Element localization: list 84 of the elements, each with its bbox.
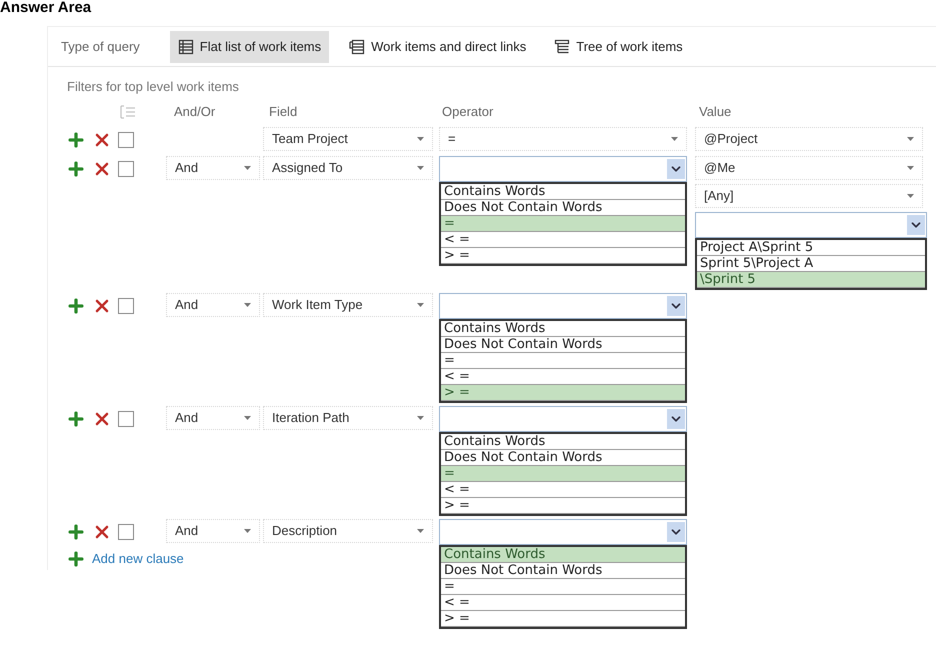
dropdown-option[interactable]: > =	[441, 498, 685, 514]
add-icon[interactable]	[66, 522, 86, 542]
dropdown-option[interactable]: < =	[441, 232, 685, 248]
value-select[interactable]: @Me	[695, 156, 923, 180]
add-icon[interactable]	[66, 158, 86, 178]
checkbox[interactable]	[118, 524, 134, 540]
query-type-tab[interactable]: Flat list of work items	[170, 30, 330, 62]
field-select[interactable]: Work Item Type	[263, 292, 433, 316]
heading: Answer Area	[0, 0, 92, 16]
filters-title: Filters for top level work items	[66, 78, 240, 96]
dropdown-option[interactable]: > =	[441, 384, 685, 400]
caret-down-icon	[907, 166, 914, 170]
query-type-tab[interactable]: Tree of work items	[546, 30, 691, 62]
operator-select[interactable]: =	[439, 126, 687, 150]
dropdown-option[interactable]: Does Not Contain Words	[441, 200, 685, 216]
query-type-tab[interactable]: Work items and direct links	[341, 30, 534, 62]
dropdown-option[interactable]: > =	[441, 248, 685, 264]
add-icon[interactable]	[66, 548, 86, 568]
caret-down-icon	[417, 528, 424, 532]
dropdown-option[interactable]: < =	[441, 368, 685, 384]
chevron-down-icon	[667, 408, 685, 428]
column-header: Field	[268, 102, 298, 121]
dropdown-option[interactable]: Contains Words	[441, 546, 685, 562]
dropdown-option[interactable]: Contains Words	[441, 184, 685, 200]
and-or-select[interactable]: And	[166, 518, 260, 542]
dropdown-option[interactable]: < =	[441, 482, 685, 498]
and-or-select[interactable]: And	[166, 406, 260, 430]
dropdown-option[interactable]: \Sprint 5	[697, 272, 925, 288]
value-select[interactable]: @Project	[695, 126, 923, 150]
dropdown-option[interactable]: Sprint 5\Project A	[697, 256, 925, 272]
chevron-down-icon	[667, 158, 685, 178]
add-icon[interactable]	[66, 130, 86, 150]
table-icon	[178, 38, 194, 54]
caret-down-icon	[417, 136, 424, 140]
table-icon	[349, 38, 366, 54]
caret-down-icon	[417, 416, 424, 420]
column-header: Value	[698, 102, 732, 121]
dropdown-option[interactable]: Project A\Sprint 5	[697, 240, 925, 256]
caret-down-icon	[244, 166, 251, 170]
field-select[interactable]: Iteration Path	[263, 406, 433, 430]
chevron-down-icon	[667, 522, 685, 542]
caret-down-icon	[417, 302, 424, 306]
add-icon[interactable]	[66, 408, 86, 428]
field-select[interactable]: Description	[263, 518, 433, 542]
and-or-select[interactable]: And	[166, 156, 260, 180]
dropdown-option[interactable]: < =	[441, 594, 685, 610]
column-header: Operator	[441, 102, 494, 121]
and-or-select[interactable]: And	[166, 292, 260, 316]
dropdown-option[interactable]: Contains Words	[441, 320, 685, 336]
dropdown-option[interactable]: Does Not Contain Words	[441, 450, 685, 466]
query-type-label: Type of query	[61, 38, 140, 56]
dropdown-option[interactable]: =	[441, 578, 685, 594]
value-select[interactable]: [Any]	[695, 184, 923, 208]
dropdown-option[interactable]: Does Not Contain Words	[441, 562, 685, 578]
caret-down-icon	[244, 528, 251, 532]
checkbox[interactable]	[118, 160, 134, 176]
dropdown-field[interactable]	[695, 212, 927, 238]
dropdown-option[interactable]: =	[441, 466, 685, 482]
dropdown-field[interactable]	[439, 518, 687, 544]
caret-down-icon	[907, 136, 914, 140]
checkbox[interactable]	[118, 298, 134, 314]
dropdown-option[interactable]: Contains Words	[441, 434, 685, 450]
add-icon[interactable]	[66, 296, 86, 316]
caret-down-icon	[671, 136, 678, 140]
chevron-down-icon	[907, 214, 925, 234]
dropdown-field[interactable]	[439, 292, 687, 318]
column-header: And/Or	[173, 102, 216, 121]
add-clause-link[interactable]: Add new clause	[92, 548, 184, 568]
checkbox[interactable]	[118, 132, 134, 148]
dropdown-option[interactable]: =	[441, 352, 685, 368]
chevron-down-icon	[667, 296, 685, 316]
caret-down-icon	[907, 194, 914, 198]
field-select[interactable]: Assigned To	[263, 156, 433, 180]
caret-down-icon	[417, 166, 424, 170]
dropdown-field[interactable]	[439, 156, 687, 182]
tree-table-icon	[554, 38, 570, 54]
dropdown-option[interactable]: =	[441, 216, 685, 232]
checkbox[interactable]	[118, 410, 134, 426]
field-select[interactable]: Team Project	[263, 126, 433, 150]
dropdown-option[interactable]: > =	[441, 610, 685, 626]
caret-down-icon	[244, 302, 251, 306]
dropdown-field[interactable]	[439, 406, 687, 432]
dropdown-option[interactable]: Does Not Contain Words	[441, 336, 685, 352]
caret-down-icon	[244, 416, 251, 420]
